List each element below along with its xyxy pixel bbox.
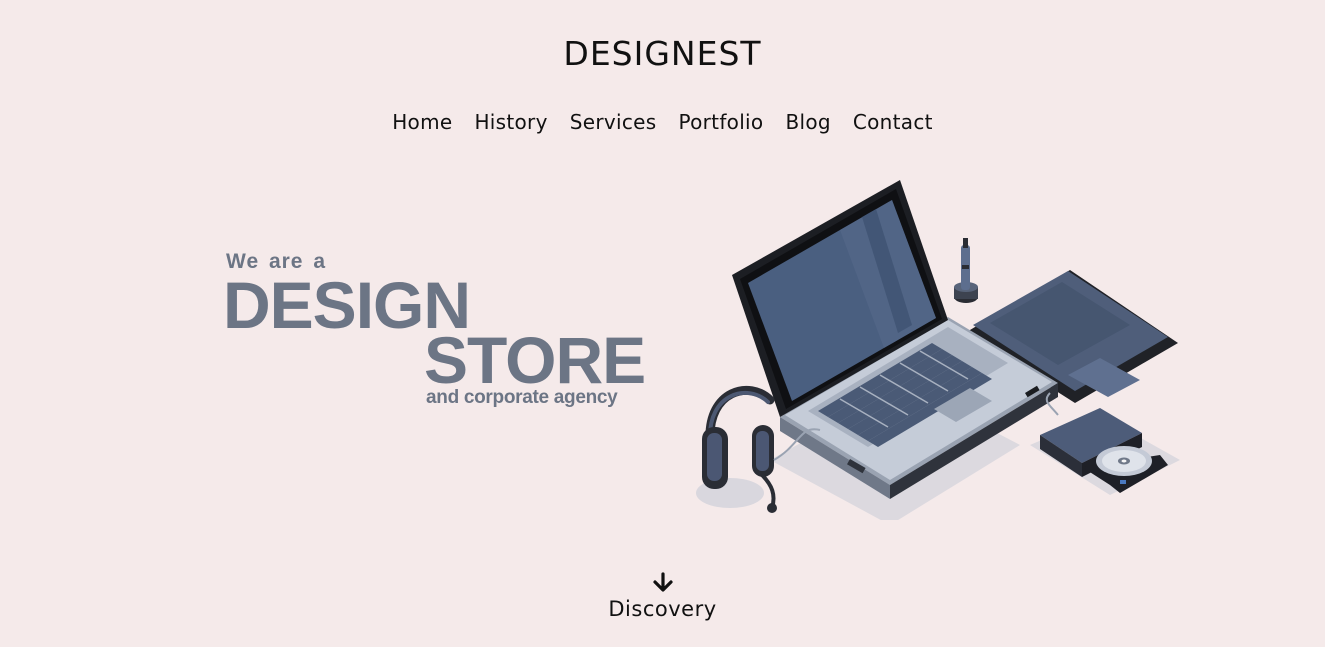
discovery-label: Discovery <box>608 597 717 621</box>
nav-contact[interactable]: Contact <box>842 109 944 135</box>
hero-title-store: STORE <box>424 323 646 397</box>
stylus-pen-icon <box>954 238 978 303</box>
discovery-link[interactable]: Discovery <box>0 572 1325 623</box>
hero-subtitle: and corporate agency <box>426 387 618 408</box>
nav-blog[interactable]: Blog <box>774 109 841 135</box>
nav-history[interactable]: History <box>463 109 558 135</box>
main-nav: Home History Services Portfolio Blog Con… <box>0 109 1325 135</box>
logo[interactable]: DESIGNEST <box>0 34 1325 74</box>
nav-home[interactable]: Home <box>381 109 463 135</box>
arrow-down-icon <box>652 572 673 592</box>
nav-portfolio[interactable]: Portfolio <box>667 109 774 135</box>
hero-heading: We are a DESIGN STORE and corporate agen… <box>223 250 646 420</box>
hero-illustration <box>690 175 1185 525</box>
nav-services[interactable]: Services <box>559 109 668 135</box>
